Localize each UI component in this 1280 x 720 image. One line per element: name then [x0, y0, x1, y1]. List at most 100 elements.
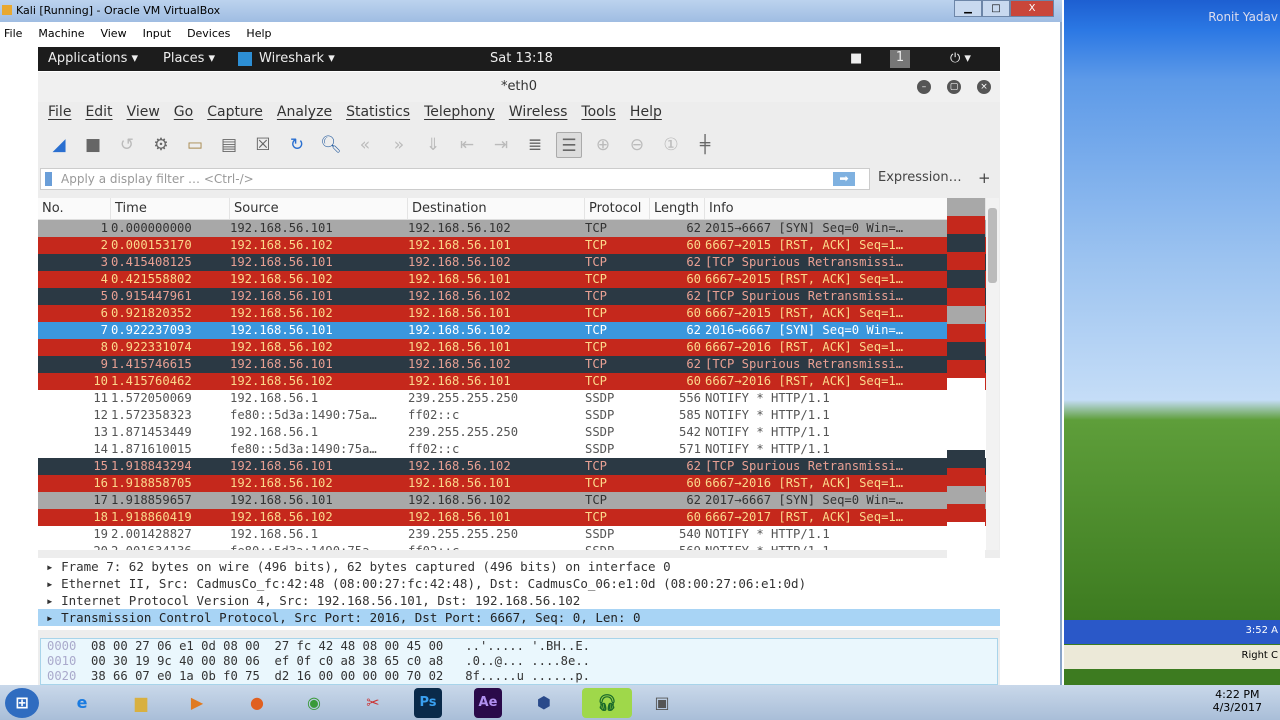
system-clock[interactable]: 4:22 PM 4/3/2017 [1213, 688, 1262, 714]
normal-size-icon[interactable]: ① [658, 132, 684, 158]
hex-ascii[interactable]: .0..@... ....8e.. [465, 654, 590, 668]
maximize-button[interactable]: □ [982, 0, 1010, 17]
minimize-icon[interactable]: – [917, 80, 931, 94]
reload-icon[interactable]: ↻ [284, 132, 310, 158]
packet-row[interactable]: 18 1.918860419 192.168.56.102 192.168.56.10… [38, 509, 986, 526]
vbox-menu-input[interactable]: Input [143, 27, 171, 47]
packet-row[interactable]: 16 1.918858705 192.168.56.102 192.168.56.10… [38, 475, 986, 492]
col-protocol[interactable]: Protocol [585, 198, 650, 219]
packet-row[interactable]: 11 1.572050069 192.168.56.1 239.255.255.250… [38, 390, 986, 407]
packet-row[interactable]: 7 0.922237093 192.168.56.101 192.168.56.102… [38, 322, 986, 339]
display-filter-input[interactable]: Apply a display filter … <Ctrl-/> ➡ [40, 168, 870, 190]
resize-columns-icon[interactable]: ╪ [692, 132, 718, 158]
packet-row[interactable]: 5 0.915447961 192.168.56.101 192.168.56.102… [38, 288, 986, 305]
clock[interactable]: Sat 13:18 [490, 51, 553, 66]
packet-row[interactable]: 1 0.000000000 192.168.56.101 192.168.56.102… [38, 220, 986, 237]
colorize-icon[interactable]: ☰ [556, 132, 582, 158]
vbox-menu-help[interactable]: Help [246, 27, 271, 47]
menu-view[interactable]: View [127, 104, 160, 120]
zoom-in-icon[interactable]: ⊕ [590, 132, 616, 158]
menu-go[interactable]: Go [174, 104, 193, 120]
add-filter-button[interactable]: + [978, 169, 991, 187]
bookmark-icon[interactable] [45, 172, 52, 186]
maximize-icon[interactable]: ▢ [947, 80, 961, 94]
shark-fin-start-icon[interactable]: ◢ [46, 132, 72, 158]
places-menu[interactable]: Places ▾ [163, 51, 215, 66]
expand-arrow-icon[interactable]: ▸ [46, 610, 61, 625]
video-camera-icon[interactable]: ■ [850, 51, 862, 66]
go-back-icon[interactable]: « [352, 132, 378, 158]
packet-row[interactable]: 4 0.421558802 192.168.56.102 192.168.56.101… [38, 271, 986, 288]
snipping-tool-icon[interactable]: ✂ [356, 688, 390, 718]
col-source[interactable]: Source [230, 198, 408, 219]
col-info[interactable]: Info [705, 198, 986, 219]
vbox-menu-view[interactable]: View [100, 27, 126, 47]
chrome-icon[interactable]: ◉ [297, 688, 331, 718]
go-to-packet-icon[interactable]: ⇓ [420, 132, 446, 158]
packet-row[interactable]: 13 1.871453449 192.168.56.1 239.255.255.250… [38, 424, 986, 441]
packet-row[interactable]: 2 0.000153170 192.168.56.102 192.168.56.101… [38, 237, 986, 254]
hex-bytes[interactable]: 00 30 19 9c 40 00 80 06 ef 0f c0 a8 38 6… [91, 654, 443, 668]
packet-row[interactable]: 9 1.415746615 192.168.56.101 192.168.56.102… [38, 356, 986, 373]
save-file-icon[interactable]: ▤ [216, 132, 242, 158]
close-icon[interactable]: × [977, 80, 991, 94]
vbox-menu-machine[interactable]: Machine [38, 27, 84, 47]
menu-telephony[interactable]: Telephony [424, 104, 495, 120]
find-packet-icon[interactable]: 🔍︎ [318, 132, 344, 158]
expand-arrow-icon[interactable]: ▸ [46, 593, 61, 608]
after-effects-icon[interactable]: Ae [474, 688, 502, 718]
packet-list[interactable]: No. Time Source Destination Protocol Length In… [38, 198, 986, 550]
packet-row[interactable]: 3 0.415408125 192.168.56.101 192.168.56.102… [38, 254, 986, 271]
screen-recorder-icon[interactable]: ▣ [645, 688, 679, 718]
vbox-menu-file[interactable]: File [4, 27, 22, 47]
col-time[interactable]: Time [111, 198, 230, 219]
menu-file[interactable]: File [48, 104, 71, 120]
menu-statistics[interactable]: Statistics [346, 104, 410, 120]
close-button[interactable]: X [1010, 0, 1054, 17]
col-destination[interactable]: Destination [408, 198, 585, 219]
packet-row[interactable]: 202.001634136fe80::5d3a:1490:75a…ff02::c… [38, 543, 986, 550]
scroll-thumb[interactable] [988, 208, 997, 283]
internet-explorer-icon[interactable]: e [65, 688, 99, 718]
workspace-indicator[interactable]: 1 [890, 50, 910, 68]
menu-edit[interactable]: Edit [85, 104, 112, 120]
headphones-app-icon[interactable]: 🎧︎ [582, 688, 632, 718]
start-orb-icon[interactable]: ⊞ [5, 688, 39, 718]
col-no[interactable]: No. [38, 198, 111, 219]
virtualbox-icon[interactable]: ⬢ [527, 688, 561, 718]
col-length[interactable]: Length [650, 198, 705, 219]
expand-arrow-icon[interactable]: ▸ [46, 559, 61, 574]
detail-tree-item[interactable]: ▸ Frame 7: 62 bytes on wire (496 bits), … [38, 558, 1000, 575]
packet-row[interactable]: 14 1.871610015 fe80::5d3a:1490:75a… ff02::c… [38, 441, 986, 458]
autoscroll-icon[interactable]: ≣ [522, 132, 548, 158]
hex-ascii[interactable]: ..'..... '.BH..E. [465, 639, 590, 653]
zoom-out-icon[interactable]: ⊖ [624, 132, 650, 158]
last-packet-icon[interactable]: ⇥ [488, 132, 514, 158]
packet-row[interactable]: 8 0.922331074 192.168.56.102 192.168.56.101… [38, 339, 986, 356]
power-menu[interactable]: ⏻ ▾ [950, 51, 971, 66]
restart-icon[interactable]: ↺ [114, 132, 140, 158]
packet-row[interactable]: 6 0.921820352 192.168.56.102 192.168.56.101… [38, 305, 986, 322]
file-explorer-icon[interactable]: ▆ [124, 688, 158, 718]
packet-row[interactable]: 10 1.415760462 192.168.56.102 192.168.56.10… [38, 373, 986, 390]
detail-tree-item[interactable]: ▸ Ethernet II, Src: CadmusCo_fc:42:48 (0… [38, 575, 1000, 592]
wireshark-app-menu[interactable]: Wireshark ▾ [259, 51, 335, 66]
open-folder-icon[interactable]: ▭ [182, 132, 208, 158]
packet-row[interactable]: 15 1.918843294 192.168.56.101 192.168.56.10… [38, 458, 986, 475]
stop-icon[interactable]: ■ [80, 132, 106, 158]
menu-analyze[interactable]: Analyze [277, 104, 332, 120]
go-forward-icon[interactable]: » [386, 132, 412, 158]
media-player-icon[interactable]: ▶ [180, 688, 214, 718]
hex-bytes[interactable]: 38 66 07 e0 1a 0b f0 75 d2 16 00 00 00 0… [91, 669, 443, 683]
minimize-button[interactable]: ▁ [954, 0, 982, 17]
first-packet-icon[interactable]: ⇤ [454, 132, 480, 158]
hex-ascii[interactable]: 8f.....u ......p. [465, 669, 590, 683]
packet-minimap[interactable] [947, 198, 985, 558]
close-file-icon[interactable]: ☒ [250, 132, 276, 158]
packet-list-scrollbar[interactable] [986, 198, 999, 550]
firefox-icon[interactable]: ● [240, 688, 274, 718]
expression-button[interactable]: Expression… [878, 170, 962, 185]
vbox-menu-devices[interactable]: Devices [187, 27, 230, 47]
packet-row[interactable]: 17 1.918859657 192.168.56.101 192.168.56.10… [38, 492, 986, 509]
photoshop-icon[interactable]: Ps [414, 688, 442, 718]
